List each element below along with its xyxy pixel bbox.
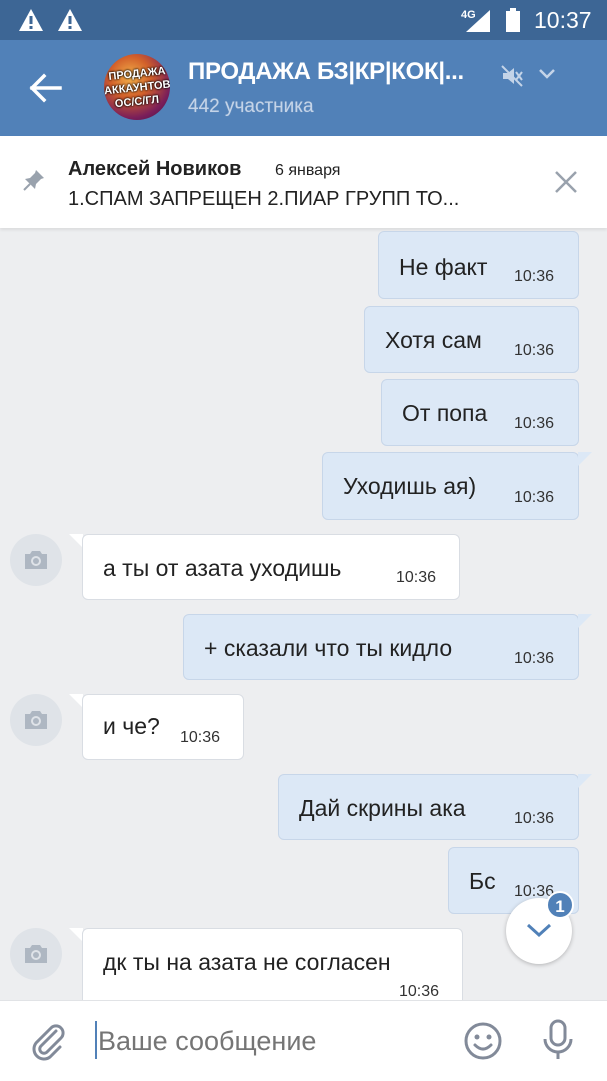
message-bubble-outgoing[interactable]: Не факт 10:36 [378,231,579,299]
message-text: Хотя сам [385,327,482,353]
message-bubble-outgoing[interactable]: Хотя сам 10:36 [364,306,579,373]
message-text: дк ты на азата не согласен [103,949,391,975]
chat-member-count: 442 участника [188,96,314,117]
smile-icon[interactable] [463,1021,503,1061]
text-caret [95,1021,97,1059]
chat-title[interactable]: ПРОДАЖА БЗ|КР|КОК|... [188,58,464,86]
mute-icon [501,65,523,87]
message-text: Уходишь ая) [343,473,477,499]
user-avatar[interactable] [10,534,62,586]
status-bar: 4G 10:37 [0,0,607,40]
message-time: 10:36 [514,268,555,285]
paperclip-icon[interactable] [28,1021,68,1061]
bubble-tail [578,774,592,788]
user-avatar[interactable] [10,694,62,746]
message-time: 10:36 [514,342,555,359]
message-time: 10:36 [514,415,555,432]
message-text: Не факт [399,254,488,280]
pinned-author: Алексей Новиков [68,158,242,180]
warning-icon [58,9,82,31]
message-text: и че? [103,713,160,739]
message-composer [0,1000,607,1081]
message-text: Бс [469,868,496,894]
bubble-tail [578,614,592,628]
message-bubble-outgoing[interactable]: + сказали что ты кидло 10:36 [183,614,579,680]
chevron-down-icon[interactable] [537,64,557,84]
message-bubble-outgoing[interactable]: Уходишь ая) 10:36 [322,452,579,520]
unread-badge: 1 [546,891,574,919]
message-time: 10:36 [180,729,221,746]
bubble-tail [69,534,83,548]
message-text: Дай скрины ака [299,795,466,821]
message-bubble-incoming[interactable]: дк ты на азата не согласен 10:36 [82,928,463,1006]
camera-icon [25,945,47,963]
camera-icon [25,551,47,569]
microphone-icon[interactable] [540,1019,576,1061]
pinned-date: 6 января [275,162,341,179]
camera-icon [25,711,47,729]
message-bubble-outgoing[interactable]: От попа 10:36 [381,379,579,446]
message-bubble-incoming[interactable]: а ты от азата уходишь 10:36 [82,534,460,600]
message-bubble-outgoing[interactable]: Дай скрины ака 10:36 [278,774,579,840]
message-time: 10:36 [514,489,555,506]
user-avatar[interactable] [10,928,62,980]
signal-icon [466,10,490,32]
pinned-text: 1.СПАМ ЗАПРЕЩЕН 2.ПИАР ГРУПП ТО... [68,188,460,210]
close-icon[interactable] [552,168,580,196]
status-time: 10:37 [534,7,592,33]
message-text: От попа [402,400,488,426]
pinned-message[interactable]: Алексей Новиков 6 января 1.СПАМ ЗАПРЕЩЕН… [0,136,607,228]
battery-icon [506,8,520,32]
bubble-tail [578,452,592,466]
message-input[interactable] [92,1021,438,1061]
chevron-down-icon [526,923,552,938]
pin-icon [23,170,44,191]
back-arrow-icon[interactable] [28,72,64,104]
message-time: 10:36 [399,983,440,1000]
chat-avatar[interactable]: ПРОДАЖА АККАУНТОВ ОС/С/ГЛ [104,54,170,120]
message-text: + сказали что ты кидло [204,635,453,661]
message-time: 10:36 [396,569,437,586]
bubble-tail [69,928,83,942]
bubble-tail [69,694,83,708]
message-text: а ты от азата уходишь [103,555,342,581]
chat-header: ПРОДАЖА АККАУНТОВ ОС/С/ГЛ ПРОДАЖА БЗ|КР|… [0,40,607,136]
message-time: 10:36 [514,810,555,827]
message-time: 10:36 [514,650,555,667]
message-bubble-incoming[interactable]: и че? 10:36 [82,694,244,760]
warning-icon [19,9,43,31]
